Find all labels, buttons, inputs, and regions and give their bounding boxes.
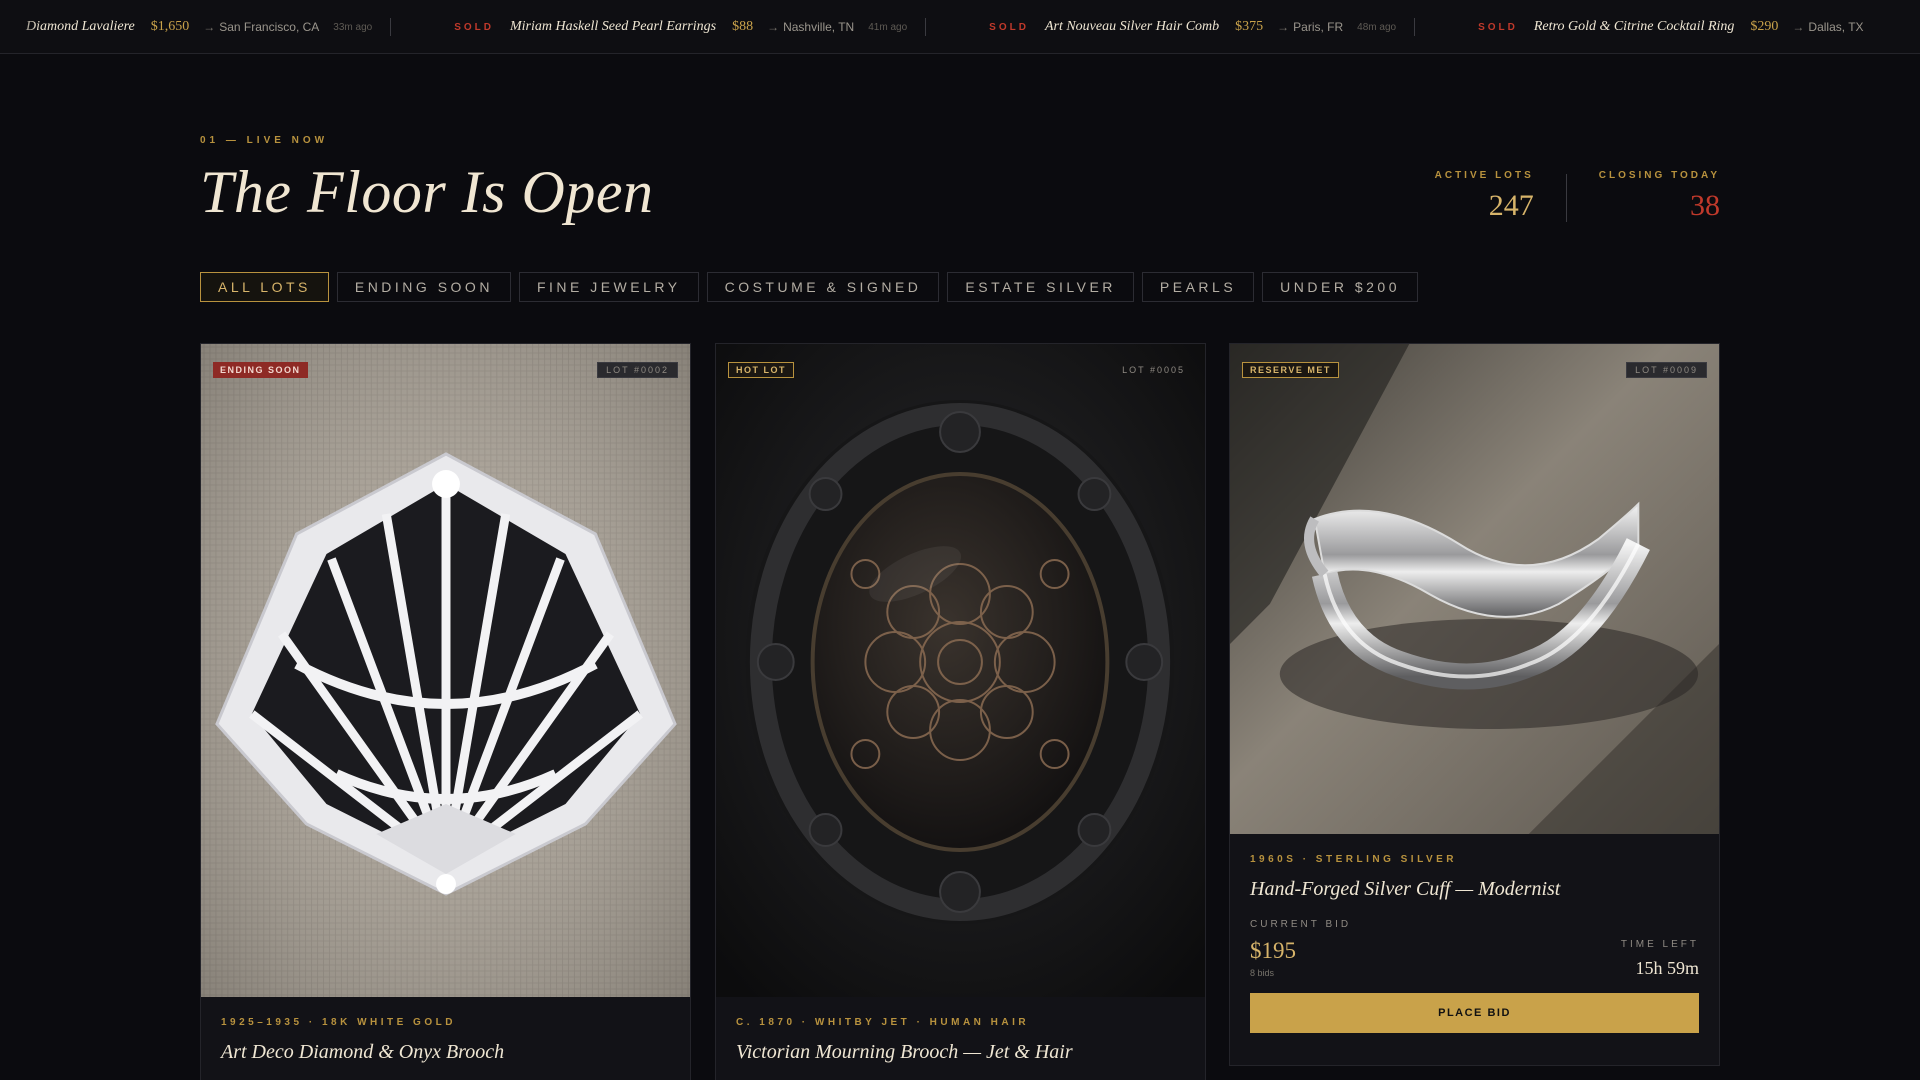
lot-image-mourning-brooch[interactable]: HOT LOT LOT #0005 (716, 344, 1205, 997)
lot-meta: 1925–1935 · 18K WHITE GOLD (221, 1017, 456, 1028)
auction-stats: ACTIVE LOTS 247 CLOSING TODAY 38 (1435, 170, 1720, 223)
ticker-item[interactable]: Diamond Lavaliere $1,650 → San Francisco,… (0, 0, 390, 53)
ticker-item-name: Art Nouveau Silver Hair Comb (1044, 19, 1220, 34)
filter-ending-soon[interactable]: ENDING SOON (336, 272, 511, 302)
ticker-item-location: → Paris, FR (1277, 20, 1344, 34)
ticker-item-location: → Nashville, TN (767, 20, 855, 34)
lot-meta: 1960S · STERLING SILVER (1250, 854, 1458, 865)
sold-ticker: Diamond Lavaliere $1,650 → San Francisco,… (0, 0, 1920, 54)
ticker-item-location: → San Francisco, CA (203, 20, 320, 34)
lot-title[interactable]: Victorian Mourning Brooch — Jet & Hair (736, 1041, 1185, 1064)
active-lots-value: 247 (1488, 189, 1534, 222)
lot-meta: C. 1870 · WHITBY JET · HUMAN HAIR (736, 1017, 1030, 1028)
lot-card[interactable]: ENDING SOON LOT #0002 1925–1935 · 18K WH… (200, 343, 691, 1080)
time-left-block: TIME LEFT 15h 59m (1621, 919, 1699, 979)
ending-soon-badge: ENDING SOON (213, 362, 308, 378)
ticker-item-price: $375 (1235, 19, 1264, 34)
current-bid-value: $195 (1250, 938, 1296, 963)
lot-card-body: C. 1870 · WHITBY JET · HUMAN HAIR Victor… (716, 997, 1205, 1064)
deco-brooch-image (201, 344, 690, 997)
filter-estate-silver[interactable]: ESTATE SILVER (947, 272, 1134, 302)
ticker-fade-left (0, 0, 40, 53)
bid-row: CURRENT BID $195 8 bids TIME LEFT 15h 59… (1250, 919, 1699, 979)
ticker-item-name: Diamond Lavaliere (26, 19, 135, 34)
ticker-item-price: $1,650 (150, 19, 190, 34)
lot-title[interactable]: Art Deco Diamond & Onyx Brooch (221, 1041, 670, 1064)
ticker-item-time: 41m ago (868, 21, 908, 33)
lot-number: LOT #0002 (597, 362, 678, 378)
sold-label: SOLD (989, 21, 1029, 33)
time-left-value: 15h 59m (1635, 958, 1699, 978)
lot-number: LOT #0009 (1626, 362, 1707, 378)
lot-image-silver-cuff[interactable]: RESERVE MET LOT #0009 (1230, 344, 1719, 834)
ticker-item-name: Retro Gold & Citrine Cocktail Ring (1533, 19, 1735, 34)
ticker-item-location: → Dallas, TX (1792, 20, 1864, 34)
lot-card-body: 1925–1935 · 18K WHITE GOLD Art Deco Diam… (201, 997, 690, 1064)
filter-all-lots[interactable]: ALL LOTS (200, 272, 329, 302)
lot-card[interactable]: HOT LOT LOT #0005 C. 1870 · WHITBY JET ·… (715, 343, 1206, 1080)
arrow-icon: → (767, 20, 780, 34)
hot-lot-badge: HOT LOT (728, 362, 794, 378)
lot-image-brooch[interactable]: ENDING SOON LOT #0002 (201, 344, 690, 997)
time-left-label: TIME LEFT (1620, 939, 1699, 950)
active-lots-stat: ACTIVE LOTS 247 (1435, 170, 1534, 223)
ticker-item-name: Miriam Haskell Seed Pearl Earrings (510, 19, 717, 34)
ticker-item-time: 33m ago (333, 21, 373, 33)
lot-number: LOT #0005 (1122, 365, 1185, 375)
arrow-icon: → (1792, 20, 1805, 34)
ticker-item[interactable]: SOLD Miriam Haskell Seed Pearl Earrings … (390, 0, 925, 53)
mourning-brooch-image (716, 344, 1205, 997)
filter-fine-jewelry[interactable]: FINE JEWELRY (518, 272, 699, 302)
filter-pearls[interactable]: PEARLS (1141, 272, 1255, 302)
silver-cuff-image (1230, 344, 1719, 834)
lot-card-body: 1960S · STERLING SILVER Hand-Forged Silv… (1230, 834, 1719, 1033)
page-title: The Floor Is Open (200, 159, 654, 225)
arrow-icon: → (1277, 20, 1290, 34)
ticker-item[interactable]: SOLD Retro Gold & Citrine Cocktail Ring … (1414, 0, 1895, 53)
ticker-item-price: $290 (1750, 19, 1779, 34)
ticker-item[interactable]: SOLD Art Nouveau Silver Hair Comb $375 →… (925, 0, 1414, 53)
reserve-met-badge: RESERVE MET (1242, 362, 1339, 378)
filter-under-200[interactable]: UNDER $200 (1262, 272, 1418, 302)
lot-title[interactable]: Hand-Forged Silver Cuff — Modernist (1250, 878, 1699, 901)
current-bid-block: CURRENT BID $195 8 bids (1250, 919, 1351, 979)
current-bid-label: CURRENT BID (1250, 919, 1352, 930)
lot-card[interactable]: RESERVE MET LOT #0009 1960S · STERLING S… (1229, 343, 1720, 1066)
category-filters: ALL LOTS ENDING SOON FINE JEWELRY COSTUM… (200, 272, 1418, 302)
closing-today-stat: CLOSING TODAY 38 (1599, 170, 1720, 223)
sold-label: SOLD (1478, 21, 1518, 33)
ticker-item-time: 48m ago (1357, 21, 1397, 33)
closing-today-label: CLOSING TODAY (1598, 170, 1720, 181)
active-lots-label: ACTIVE LOTS (1434, 170, 1534, 181)
ticker-item-price: $88 (732, 19, 754, 34)
section-eyebrow: 01 — LIVE NOW (200, 135, 329, 146)
ticker-track: Diamond Lavaliere $1,650 → San Francisco,… (0, 0, 1896, 53)
ticker-fade-right (1860, 0, 1920, 53)
stats-divider (1565, 174, 1567, 222)
bid-count: 8 bids (1250, 968, 1275, 978)
filter-costume-signed[interactable]: COSTUME & SIGNED (706, 272, 940, 302)
place-bid-button[interactable]: PLACE BID (1250, 993, 1699, 1033)
closing-today-value: 38 (1690, 189, 1720, 222)
sold-label: SOLD (454, 21, 494, 33)
arrow-icon: → (203, 20, 216, 34)
